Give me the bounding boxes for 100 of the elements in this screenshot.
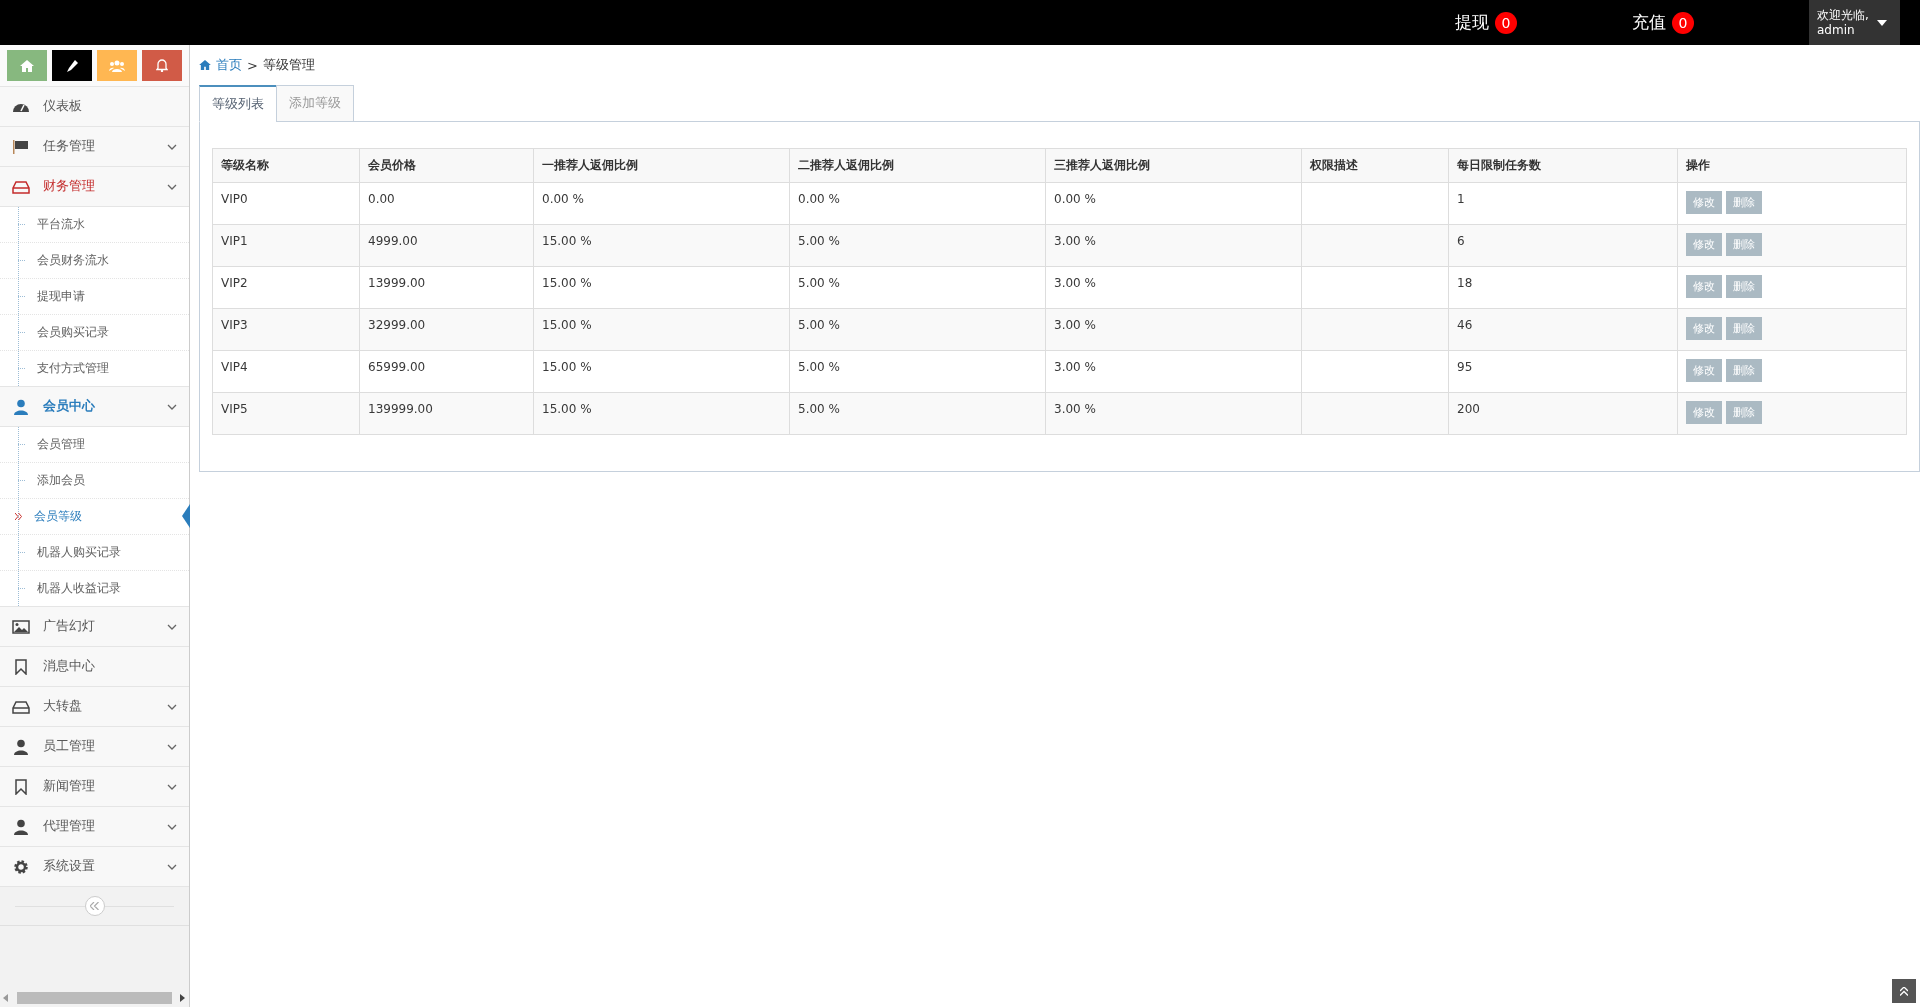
table-cell: 15.00 % xyxy=(542,402,592,416)
home-icon xyxy=(20,59,34,72)
scroll-to-top-button[interactable] xyxy=(1892,979,1916,1003)
table-cell: 32999.00 xyxy=(368,318,426,332)
user-name: admin xyxy=(1817,22,1856,38)
menu-item[interactable]: 系统设置 xyxy=(0,847,189,887)
table-cell: 15.00 % xyxy=(542,276,592,290)
home-button[interactable] xyxy=(7,50,47,81)
double-chevron-up-icon xyxy=(1900,986,1908,996)
flag-icon xyxy=(12,138,30,155)
table-cell: 5.00 % xyxy=(798,234,840,248)
submenu-item[interactable]: 提现申请 xyxy=(0,279,189,315)
chevron-down-icon xyxy=(167,403,177,410)
column-header: 二推荐人返佣比例 xyxy=(789,148,1046,183)
menu-item[interactable]: 消息中心 xyxy=(0,647,189,687)
chevron-down-icon xyxy=(167,863,177,870)
count-badge: 0 xyxy=(1495,11,1517,34)
users-button[interactable] xyxy=(97,50,137,81)
column-header: 操作 xyxy=(1677,148,1907,183)
table-cell: VIP4 xyxy=(221,360,248,374)
column-header: 权限描述 xyxy=(1301,148,1449,183)
column-header: 等级名称 xyxy=(212,148,360,183)
table-cell: 46 xyxy=(1457,318,1473,332)
submenu-item[interactable]: 机器人购买记录 xyxy=(0,535,189,571)
chevron-down-icon xyxy=(167,703,177,710)
breadcrumb-link[interactable]: 首页 xyxy=(216,56,242,74)
menu-item[interactable]: 员工管理 xyxy=(0,727,189,767)
bell-icon xyxy=(156,59,168,72)
submenu-item[interactable]: 支付方式管理 xyxy=(0,351,189,386)
user-icon xyxy=(12,738,30,755)
double-chevron-left-icon xyxy=(90,902,99,910)
table-cell: 6 xyxy=(1457,234,1465,248)
submenu-item[interactable]: 平台流水 xyxy=(0,207,189,243)
double-chevron-icon xyxy=(15,513,22,520)
pencil-icon xyxy=(66,59,78,72)
home-icon xyxy=(199,60,211,70)
counter-label[interactable]: 充值 xyxy=(1632,11,1666,34)
scroll-right-icon[interactable] xyxy=(180,994,186,1002)
column-header: 三推荐人返佣比例 xyxy=(1045,148,1302,183)
menu-item[interactable]: 仪表板 xyxy=(0,87,189,127)
table-cell: 13999.00 xyxy=(368,276,426,290)
menu-item[interactable]: 财务管理 xyxy=(0,167,189,207)
collapse-sidebar-button[interactable] xyxy=(84,896,105,916)
active-pointer-icon xyxy=(182,504,190,528)
submenu-item[interactable]: 会员财务流水 xyxy=(0,243,189,279)
chevron-down-icon xyxy=(167,823,177,830)
table-cell: VIP1 xyxy=(221,234,248,248)
tray-icon xyxy=(12,698,30,715)
menu-item[interactable]: 任务管理 xyxy=(0,127,189,167)
table-cell: 15.00 % xyxy=(542,360,592,374)
column-header: 会员价格 xyxy=(359,148,534,183)
menu-item[interactable]: 会员中心 xyxy=(0,387,189,427)
table-cell: VIP0 xyxy=(221,192,248,206)
picture-icon xyxy=(12,618,30,635)
table-cell: 3.00 % xyxy=(1054,234,1096,248)
chevron-down-icon xyxy=(167,183,177,190)
table-cell: VIP2 xyxy=(221,276,248,290)
user-icon xyxy=(12,398,30,415)
table-cell: 4999.00 xyxy=(368,234,418,248)
counter-label[interactable]: 提现 xyxy=(1455,11,1489,34)
table-cell: 1 xyxy=(1457,192,1465,206)
users-icon xyxy=(109,59,125,72)
breadcrumb-current: 等级管理 xyxy=(262,56,315,74)
menu-item[interactable]: 广告幻灯 xyxy=(0,607,189,647)
table-cell: 3.00 % xyxy=(1054,360,1096,374)
greeting-text: 欢迎光临, xyxy=(1817,7,1869,23)
edit-button[interactable] xyxy=(52,50,92,81)
submenu-item[interactable]: 添加会员 xyxy=(0,463,189,499)
table-cell: 0.00 % xyxy=(1054,192,1096,206)
count-badge: 0 xyxy=(1672,11,1694,34)
table-cell: 200 xyxy=(1457,402,1480,416)
table-cell: VIP5 xyxy=(221,402,248,416)
submenu-item[interactable]: 会员管理 xyxy=(0,427,189,463)
table-cell: 3.00 % xyxy=(1054,318,1096,332)
settings-icon xyxy=(12,858,30,875)
table-cell: 3.00 % xyxy=(1054,276,1096,290)
bookmark-icon xyxy=(12,658,30,675)
menu-item[interactable]: 代理管理 xyxy=(0,807,189,847)
column-header: 每日限制任务数 xyxy=(1448,148,1678,183)
table-cell: 5.00 % xyxy=(798,360,840,374)
submenu-item[interactable]: 会员等级 xyxy=(0,499,189,535)
chevron-down-icon xyxy=(167,743,177,750)
table-cell: 65999.00 xyxy=(368,360,426,374)
notifications-button[interactable] xyxy=(142,50,182,81)
submenu-item[interactable]: 机器人收益记录 xyxy=(0,571,189,606)
menu-item[interactable]: 大转盘 xyxy=(0,687,189,727)
table-cell: 15.00 % xyxy=(542,318,592,332)
table-cell: 15.00 % xyxy=(542,234,592,248)
bookmark-icon xyxy=(12,778,30,795)
column-header: 一推荐人返佣比例 xyxy=(533,148,790,183)
submenu-item[interactable]: 会员购买记录 xyxy=(0,315,189,351)
table-cell: 0.00 % xyxy=(542,192,584,206)
scroll-left-icon[interactable] xyxy=(3,994,9,1002)
table-cell: 95 xyxy=(1457,360,1473,374)
breadcrumb-separator: > xyxy=(247,57,258,73)
user-menu[interactable]: 欢迎光临, admin xyxy=(1809,0,1900,45)
tab[interactable]: 等级列表 xyxy=(199,85,277,122)
menu-item[interactable]: 新闻管理 xyxy=(0,767,189,807)
tray-icon xyxy=(12,178,30,195)
chevron-down-icon xyxy=(167,143,177,150)
